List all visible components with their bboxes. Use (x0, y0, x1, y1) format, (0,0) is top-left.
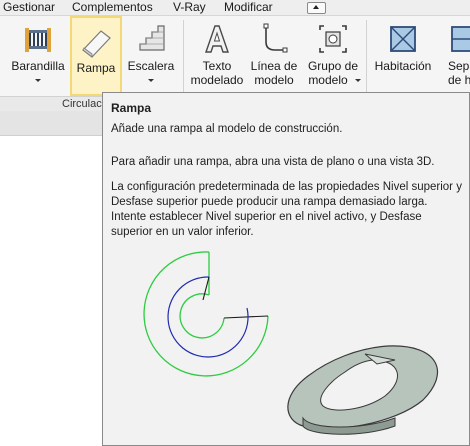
room-separator-icon (451, 26, 470, 52)
ramp-label: Rampa (76, 61, 116, 75)
ramp-icon (82, 30, 111, 58)
room-label: Habitación (374, 59, 432, 73)
ramp-plan-view (143, 251, 269, 377)
ribbon-separator (183, 20, 184, 92)
ramp-button[interactable]: Rampa (70, 16, 122, 96)
menu-bar: Gestionar Complementos V-Ray Modificar (0, 0, 470, 16)
stair-label: Escalera (127, 59, 175, 73)
menu-item-gestionar[interactable]: Gestionar (3, 0, 55, 15)
menu-item-vray[interactable]: V-Ray (173, 0, 206, 15)
model-group-icon (319, 25, 347, 53)
room-icon (390, 26, 416, 52)
room-separator-label-line2: de ha (448, 73, 470, 87)
model-group-label-line1: Grupo de (307, 59, 359, 73)
tooltip-paragraph-2: La configuración predeterminada de las p… (111, 181, 462, 238)
menu-item-modificar[interactable]: Modificar (224, 0, 273, 15)
model-line-label-line2: modelo (254, 73, 294, 87)
model-group-button[interactable]: Grupo de modelo (304, 16, 362, 96)
room-separator-label-line1: Sepa (448, 59, 470, 73)
railing-icon (25, 28, 51, 52)
model-line-label-line1: Línea de (250, 59, 298, 73)
chevron-down-icon[interactable] (148, 79, 154, 82)
railing-label: Barandilla (11, 59, 65, 73)
ramp-tooltip: Rampa Añade una rampa al modelo de const… (102, 92, 470, 446)
model-line-button[interactable]: Línea de modelo (248, 16, 300, 96)
model-text-label-line2: modelado (190, 73, 244, 87)
model-line-icon (263, 23, 288, 53)
chevron-up-icon[interactable] (307, 2, 326, 14)
stair-icon (139, 25, 165, 51)
ribbon-separator (366, 20, 367, 92)
model-group-label-line2: modelo (308, 73, 348, 87)
stair-button[interactable]: Escalera (124, 16, 178, 96)
model-text-icon (205, 25, 229, 53)
tooltip-title: Rampa (111, 101, 152, 115)
tooltip-paragraph-1: Para añadir una rampa, abra una vista de… (111, 156, 435, 168)
railing-button[interactable]: Barandilla (6, 16, 70, 96)
chevron-down-icon[interactable] (355, 79, 361, 82)
chevron-down-icon[interactable] (35, 79, 41, 82)
menu-item-complementos[interactable]: Complementos (72, 0, 153, 15)
model-text-label-line1: Texto (202, 59, 232, 73)
ribbon: Barandilla Rampa Escalera Texto modelado (0, 16, 470, 96)
tooltip-description: Añade una rampa al modelo de construcció… (111, 123, 343, 135)
ramp-3d-view (287, 345, 439, 435)
ramp-illustration (143, 251, 439, 435)
room-button[interactable]: Habitación (370, 16, 436, 96)
room-separator-button[interactable]: Sepa de ha (442, 16, 470, 96)
model-text-button[interactable]: Texto modelado (187, 16, 247, 96)
